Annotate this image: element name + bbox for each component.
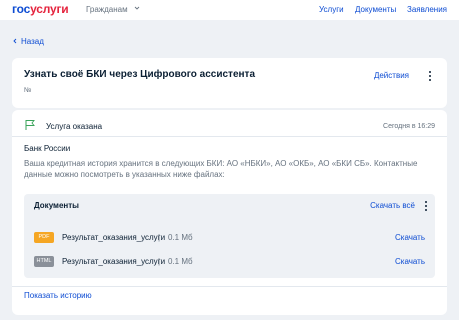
actions-button[interactable]: Действия: [374, 71, 409, 81]
download-button[interactable]: Скачать: [395, 257, 425, 267]
nav-applications[interactable]: Заявления: [407, 5, 447, 15]
file-size: 0.1 Мб: [168, 233, 193, 242]
file-size: 0.1 Мб: [168, 257, 193, 266]
gosuslugi-logo[interactable]: госуслуги: [12, 2, 69, 16]
service-header-card: Узнать своё БКИ через Цифрового ассистен…: [12, 58, 447, 108]
status-text: Услуга оказана: [46, 122, 103, 131]
logo-part-uslugi: услуги: [30, 2, 69, 16]
show-history-link[interactable]: Показать историю: [24, 291, 92, 301]
page-title: Узнать своё БКИ через Цифрового ассистен…: [24, 69, 256, 80]
back-link-label: Назад: [21, 37, 44, 46]
divider: [12, 286, 447, 287]
download-button[interactable]: Скачать: [395, 233, 425, 243]
file-separator: |: [158, 257, 161, 266]
nav-services[interactable]: Услуги: [319, 5, 344, 15]
file-name[interactable]: Результат_оказания_услуги: [62, 233, 165, 243]
documents-title: Документы: [34, 201, 79, 210]
file-name[interactable]: Результат_оказания_услуги: [62, 257, 165, 267]
file-row-html: HTML Результат_оказания_услуги | 0.1 Мб …: [34, 255, 425, 269]
audience-selector-label: Гражданам: [86, 5, 128, 14]
chevron-down-icon: [134, 6, 140, 10]
audience-selector[interactable]: Гражданам: [86, 5, 140, 15]
more-vertical-icon[interactable]: [427, 70, 433, 82]
back-link[interactable]: Назад: [12, 37, 44, 47]
html-file-icon: HTML: [34, 256, 54, 267]
status-timestamp: Сегодня в 16:29: [383, 123, 435, 130]
status-message: Ваша кредитная история хранится в следую…: [24, 159, 418, 179]
file-row-pdf: PDF Результат_оказания_услуги | 0.1 Мб С…: [34, 231, 425, 245]
organization-name: Банк России: [24, 144, 71, 153]
chevron-left-icon: [13, 38, 17, 44]
pdf-file-icon: PDF: [34, 232, 54, 243]
flag-icon: [25, 120, 35, 130]
divider: [12, 136, 447, 137]
logo-part-gos: гос: [12, 2, 31, 16]
documents-section: Документы Скачать всё PDF Результат_оказ…: [24, 194, 435, 278]
more-vertical-icon[interactable]: [423, 200, 429, 212]
status-card: Услуга оказана Сегодня в 16:29 Банк Росс…: [12, 110, 447, 315]
download-all-button[interactable]: Скачать всё: [370, 201, 415, 211]
file-separator: |: [158, 233, 161, 242]
nav-documents[interactable]: Документы: [355, 5, 396, 15]
application-number-label: №: [24, 87, 32, 94]
top-navigation-bar: госуслуги Гражданам Услуги Документы Зая…: [0, 0, 459, 20]
